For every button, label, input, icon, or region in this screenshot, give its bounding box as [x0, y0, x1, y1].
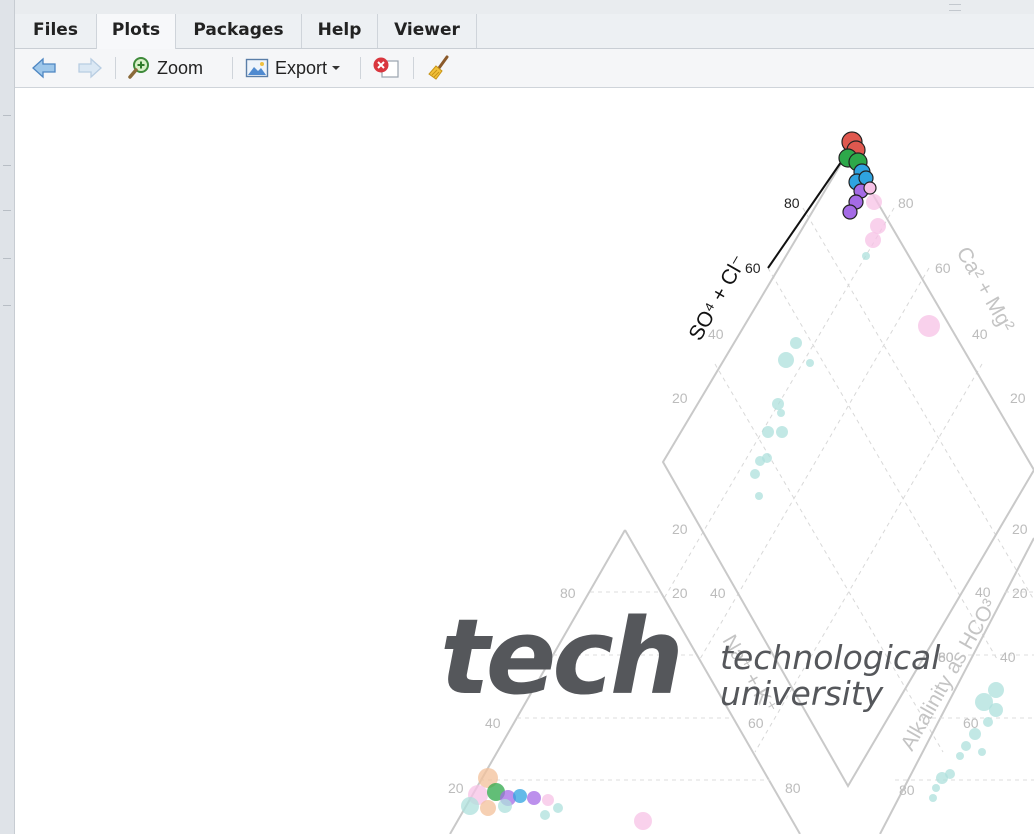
sample-point	[553, 803, 563, 813]
sample-point	[866, 194, 882, 210]
plots-toolbar: Zoom Export	[15, 49, 1034, 88]
sample-point	[540, 810, 550, 820]
tick-label: 20	[1012, 585, 1028, 601]
zoom-icon	[128, 57, 149, 79]
diamond-right-axis: 80 60 40 20 Ca² + Mg²	[898, 195, 1026, 406]
sample-point	[865, 232, 881, 248]
tab-files[interactable]: Files	[15, 14, 97, 48]
highlighted-axis-line	[767, 151, 849, 269]
sample-point	[762, 426, 774, 438]
tab-viewer[interactable]: Viewer	[378, 14, 477, 48]
toolbar-divider	[232, 57, 233, 79]
tick-label: 20	[1012, 521, 1028, 537]
sample-point	[932, 784, 940, 792]
left-pane-edge	[0, 0, 15, 834]
tick-label: 80	[785, 780, 801, 796]
export-button[interactable]: Export	[245, 55, 341, 81]
pane-splitter[interactable]	[15, 0, 1034, 15]
sample-point	[988, 682, 1004, 698]
tick-label: 20	[672, 390, 688, 406]
sample-point	[542, 794, 554, 806]
pane-tab-bar: Files Plots Packages Help Viewer	[15, 14, 1034, 49]
sample-point	[961, 741, 971, 751]
export-label: Export	[275, 57, 328, 78]
sample-point	[978, 748, 986, 756]
zoom-button[interactable]: Zoom	[127, 55, 203, 81]
sample-point	[750, 469, 760, 479]
forward-button[interactable]	[77, 55, 103, 81]
sample-point	[862, 252, 870, 260]
toolbar-divider	[115, 57, 116, 79]
gutter-mark	[3, 165, 11, 166]
sample-point	[989, 703, 1003, 717]
tech-university-watermark: tech technological university	[440, 596, 940, 722]
tick-label: 20	[672, 521, 688, 537]
sample-point	[634, 812, 652, 830]
tick-label: 20	[448, 780, 464, 796]
tab-help[interactable]: Help	[302, 14, 378, 48]
gutter-mark	[3, 210, 11, 211]
chevron-down-icon	[332, 66, 341, 70]
tick-label: 60	[935, 260, 951, 276]
plot-viewer: 80 60 40 20 SO⁴ + Cl⁻ 80 60 40 20 Ca² + …	[15, 88, 1034, 834]
sample-point	[936, 772, 948, 784]
sample-point	[480, 800, 496, 816]
axis-label-calcium-magnesium: Ca² + Mg²	[952, 243, 1019, 336]
tick-label: 40	[972, 326, 988, 342]
arrow-left-icon	[32, 57, 56, 79]
logo-subtitle-line1: technological	[720, 638, 941, 677]
back-button[interactable]	[31, 55, 57, 81]
sample-point	[772, 398, 784, 410]
sample-point	[498, 799, 512, 813]
gutter-mark	[3, 115, 11, 116]
arrow-right-icon	[78, 57, 102, 79]
tick-label: 80	[898, 195, 914, 211]
sample-point	[790, 337, 802, 349]
sample-point	[956, 752, 964, 760]
sample-point	[755, 456, 765, 466]
tab-plots[interactable]: Plots	[96, 14, 176, 49]
remove-plot-icon	[373, 57, 399, 78]
tick-label: 80	[899, 782, 915, 798]
sample-point	[777, 409, 785, 417]
sample-point	[527, 791, 541, 805]
broom-icon	[428, 55, 449, 80]
sample-point	[842, 204, 858, 220]
tick-label: 20	[1010, 390, 1026, 406]
sample-point	[983, 717, 993, 727]
tick-label: 80	[784, 195, 800, 211]
zoom-label: Zoom	[157, 57, 204, 78]
remove-plot-button[interactable]	[372, 55, 402, 81]
splitter-grip-icon[interactable]	[949, 4, 961, 11]
gutter-mark	[3, 305, 11, 306]
toolbar-divider	[413, 57, 414, 79]
sample-point	[461, 797, 479, 815]
sample-point	[778, 352, 794, 368]
sample-point	[870, 218, 886, 234]
toolbar-divider	[360, 57, 361, 79]
sample-point	[863, 181, 877, 195]
sample-point	[969, 728, 981, 740]
logo-subtitle-line2: university	[720, 674, 884, 713]
sample-point	[918, 315, 940, 337]
sample-point	[755, 492, 763, 500]
piper-diagram: 80 60 40 20 SO⁴ + Cl⁻ 80 60 40 20 Ca² + …	[448, 131, 1034, 834]
logo-wordmark: tech	[440, 596, 684, 718]
diamond-left-axis: 80 60 40 20 SO⁴ + Cl⁻	[672, 151, 849, 406]
tick-label: 40	[1000, 649, 1016, 665]
sample-point	[776, 426, 788, 438]
sample-point	[513, 789, 527, 803]
sample-point	[929, 794, 937, 802]
tab-packages[interactable]: Packages	[176, 14, 302, 48]
export-image-icon	[245, 58, 269, 78]
clear-all-button[interactable]	[427, 55, 453, 81]
sample-point	[806, 359, 814, 367]
gutter-mark	[3, 258, 11, 259]
tick-label: 40	[710, 585, 726, 601]
